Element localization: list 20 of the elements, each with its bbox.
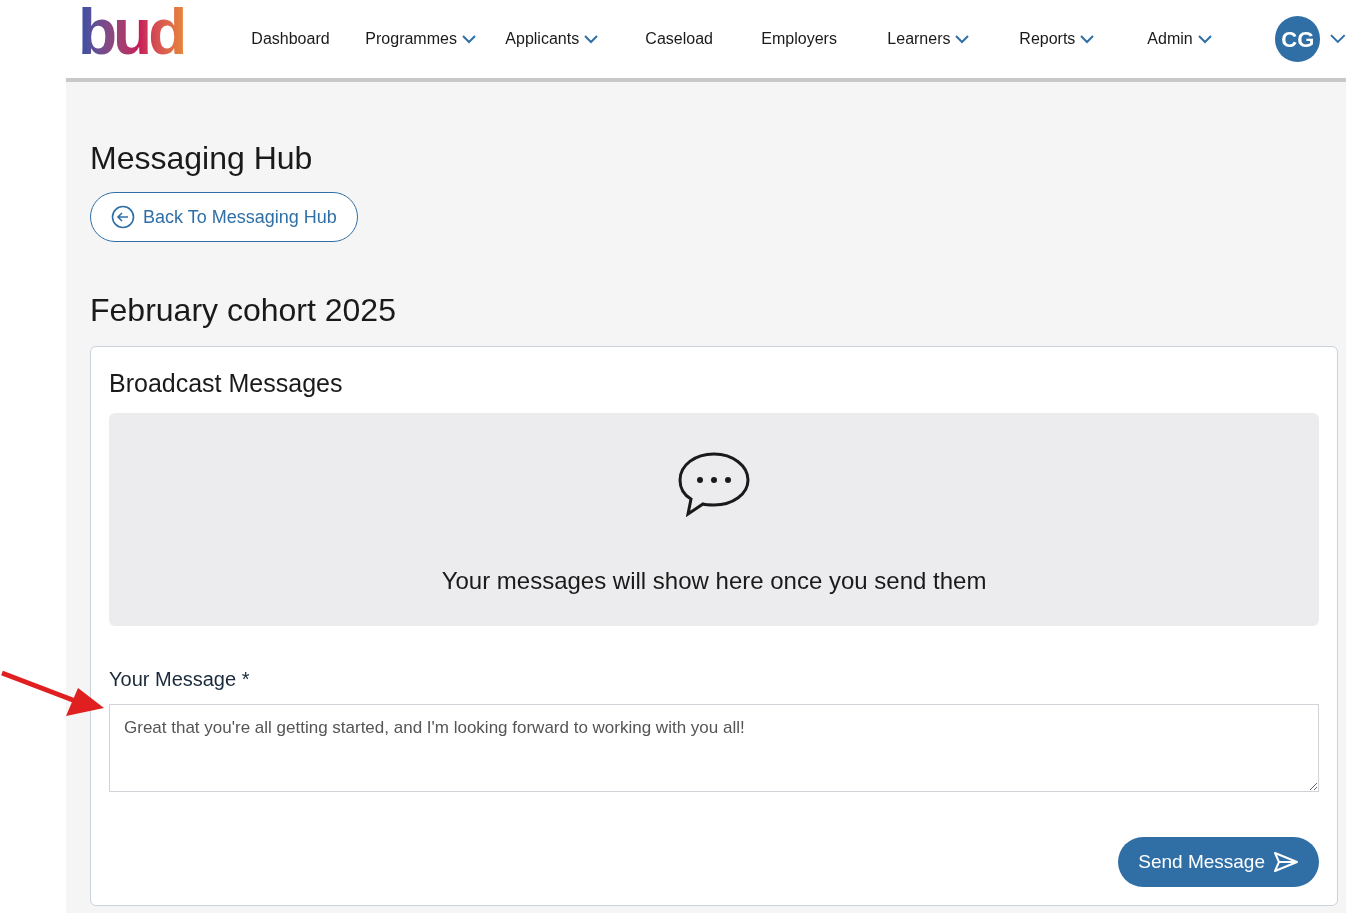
nav-link[interactable]: Dashboard xyxy=(251,27,366,51)
nav-link[interactable]: Programmes xyxy=(365,27,506,51)
nav-link[interactable]: Learners xyxy=(887,27,1020,51)
speech-bubble-icon xyxy=(677,451,751,517)
page-title: Messaging Hub xyxy=(90,139,314,178)
user-avatar[interactable]: CG xyxy=(1275,16,1321,62)
empty-state-message: Your messages will show here once you send them xyxy=(441,566,987,596)
nav-link[interactable]: Caseload xyxy=(645,27,762,51)
back-button[interactable]: Back To Messaging Hub xyxy=(90,192,358,242)
nav-link[interactable]: Admin xyxy=(1147,27,1256,51)
send-message-button[interactable]: Send Message xyxy=(1118,837,1319,887)
chevron-down-icon[interactable] xyxy=(1330,34,1346,44)
nav-link[interactable]: Reports xyxy=(1019,27,1148,51)
nav-link[interactable]: Applicants xyxy=(505,27,646,51)
nav-link[interactable]: Employers xyxy=(761,27,888,51)
send-icon xyxy=(1273,851,1299,873)
card-title: Broadcast Messages xyxy=(109,368,344,399)
group-title: February cohort 2025 xyxy=(90,291,397,330)
message-field[interactable]: Great that you're all getting started, and I'm looking forward to working with you all! xyxy=(109,704,1319,792)
message-label: Your Message * xyxy=(109,667,251,692)
